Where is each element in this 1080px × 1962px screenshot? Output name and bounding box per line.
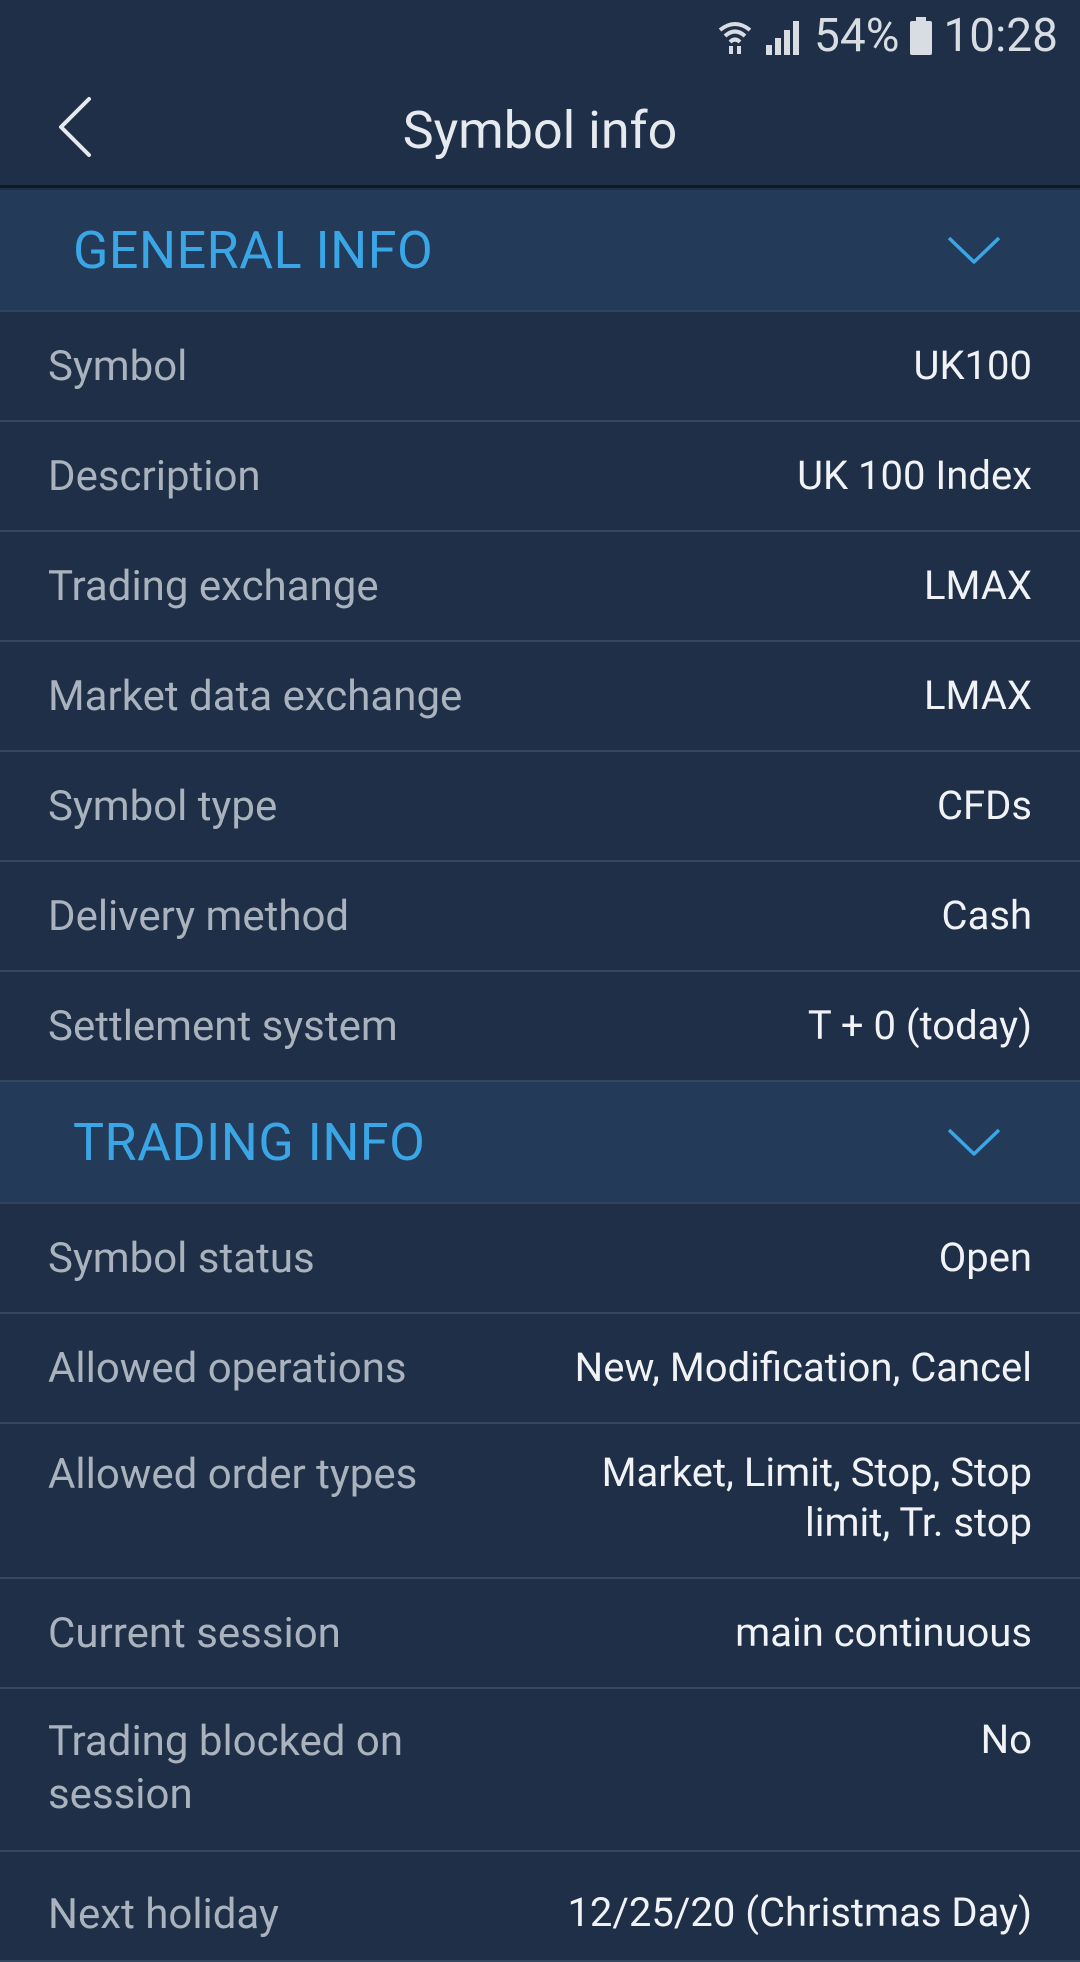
row-label: Allowed operations: [48, 1343, 407, 1393]
row-value: 12/25/20 (Christmas Day): [567, 1889, 1032, 1936]
section-header-trading-info[interactable]: TRADING INFO: [0, 1082, 1080, 1204]
row-label: Allowed order types: [48, 1450, 418, 1499]
battery-icon: [909, 17, 933, 55]
info-row-settlement-system: Settlement system T + 0 (today): [0, 972, 1080, 1082]
row-value: UK 100 Index: [797, 452, 1032, 499]
row-label: Symbol: [48, 341, 188, 391]
info-row-symbol-type: Symbol type CFDs: [0, 752, 1080, 862]
row-value: T + 0 (today): [807, 1002, 1032, 1049]
info-row-trading-exchange: Trading exchange LMAX: [0, 532, 1080, 642]
battery-percent: 54%: [814, 9, 900, 63]
section-title: GENERAL INFO: [73, 219, 434, 281]
symbol-info-content: GENERAL INFO Symbol UK100 Description UK…: [0, 190, 1080, 1962]
status-icons: 54% 10:28: [716, 0, 1058, 72]
row-value: main continuous: [735, 1609, 1032, 1656]
row-value: UK100: [913, 342, 1032, 389]
app-bar: Symbol info: [0, 72, 1080, 188]
info-row-current-session: Current session main continuous: [0, 1579, 1080, 1689]
info-row-next-holiday: Next holiday 12/25/20 (Christmas Day): [0, 1852, 1080, 1962]
row-value: Open: [938, 1234, 1032, 1281]
row-label: Trading exchange: [48, 561, 379, 611]
row-label: Next holiday: [48, 1890, 279, 1939]
row-value-line: limit, Tr. stop: [805, 1499, 1032, 1546]
row-value: CFDs: [936, 782, 1032, 829]
row-value: No: [980, 1716, 1032, 1763]
info-row-market-data-exchange: Market data exchange LMAX: [0, 642, 1080, 752]
row-value-line: Market, Limit, Stop, Stop: [601, 1449, 1032, 1496]
row-label: Trading blocked on session: [48, 1715, 403, 1821]
status-bar: 54% 10:28: [0, 0, 1080, 72]
row-value: LMAX: [924, 562, 1032, 609]
chevron-down-icon: [946, 1126, 1002, 1162]
section-title: TRADING INFO: [73, 1111, 426, 1173]
row-value: Cash: [941, 892, 1032, 939]
row-label: Symbol status: [48, 1233, 315, 1283]
row-label: Description: [48, 451, 261, 501]
info-row-symbol: Symbol UK100: [0, 312, 1080, 422]
back-button[interactable]: [40, 94, 110, 164]
wifi-icon: [716, 16, 754, 56]
chevron-left-icon: [55, 95, 95, 163]
row-value: Market, Limit, Stop, Stop limit, Tr. sto…: [602, 1448, 1032, 1548]
clock: 10:28: [943, 9, 1058, 63]
row-label: Settlement system: [48, 1001, 398, 1051]
info-row-allowed-order-types: Allowed order types Market, Limit, Stop,…: [0, 1424, 1080, 1579]
info-row-trading-blocked-on-session: Trading blocked on session No: [0, 1689, 1080, 1852]
row-label-line: Trading blocked on: [48, 1717, 404, 1766]
info-row-delivery-method: Delivery method Cash: [0, 862, 1080, 972]
chevron-down-icon: [946, 234, 1002, 270]
row-label: Delivery method: [48, 891, 350, 941]
row-value: New, Modification, Cancel: [574, 1344, 1032, 1391]
info-row-description: Description UK 100 Index: [0, 422, 1080, 532]
row-label: Symbol type: [48, 781, 278, 831]
signal-icon: [764, 17, 804, 55]
info-row-symbol-status: Symbol status Open: [0, 1204, 1080, 1314]
row-label-line: session: [48, 1770, 193, 1819]
info-row-allowed-operations: Allowed operations New, Modification, Ca…: [0, 1314, 1080, 1424]
row-value: LMAX: [924, 672, 1032, 719]
page-title: Symbol info: [402, 99, 678, 161]
row-label: Current session: [48, 1608, 341, 1658]
row-label: Market data exchange: [48, 671, 463, 721]
section-header-general-info[interactable]: GENERAL INFO: [0, 190, 1080, 312]
